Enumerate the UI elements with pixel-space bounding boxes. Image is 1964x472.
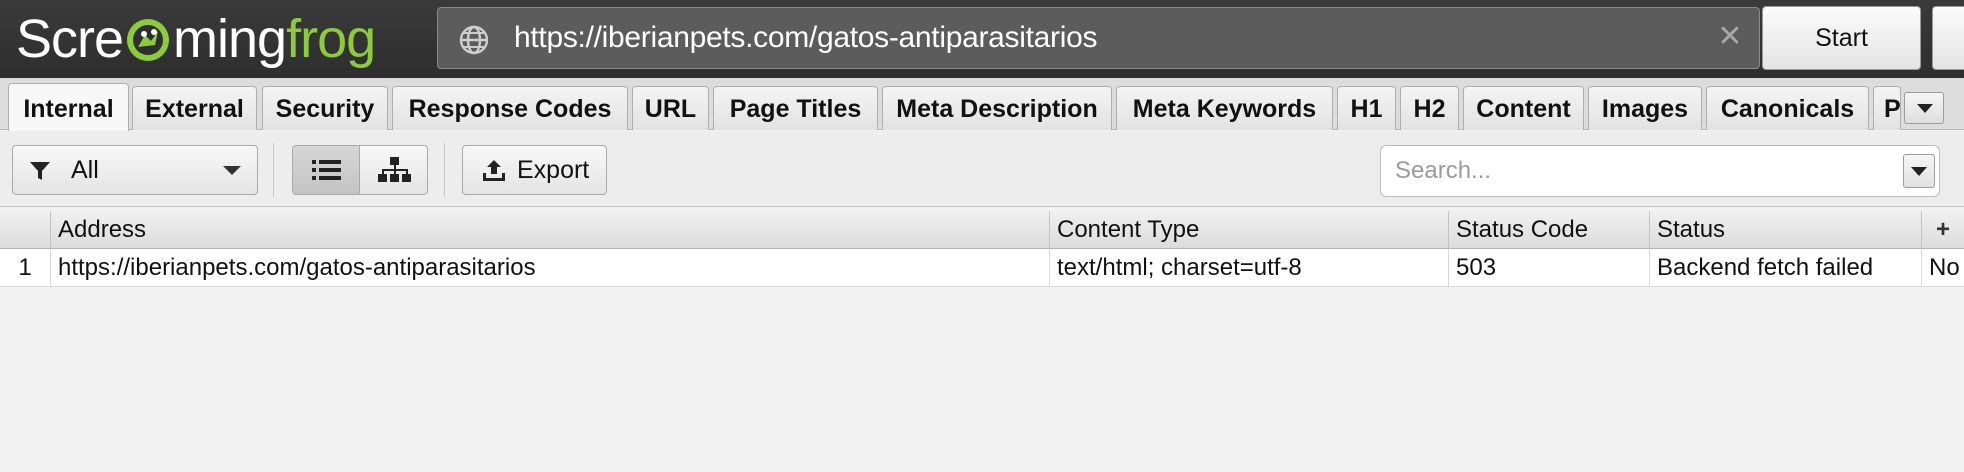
logo-text-scre: Scre (16, 9, 124, 69)
cell-address[interactable]: https://iberianpets.com/gatos-antiparasi… (51, 249, 1050, 286)
tab-internal[interactable]: Internal (8, 83, 129, 131)
view-toggle (292, 145, 428, 195)
chevron-down-icon (223, 166, 241, 175)
next-button[interactable] (1932, 6, 1964, 70)
tab-external[interactable]: External (132, 86, 257, 130)
toolbar-divider (444, 143, 445, 197)
cell-content-type[interactable]: text/html; charset=utf-8 (1050, 249, 1449, 286)
list-icon (312, 160, 341, 180)
column-header-status-code[interactable]: Status Code (1449, 211, 1650, 249)
row-number: 1 (0, 249, 51, 286)
results-table: Address Content Type Status Code Status … (0, 211, 1964, 472)
filter-dropdown[interactable]: All (12, 145, 258, 195)
chevron-down-icon (1911, 167, 1927, 176)
close-icon[interactable]: ✕ (1715, 22, 1745, 52)
tab-images[interactable]: Images (1588, 86, 1702, 130)
tree-view-button[interactable] (361, 146, 427, 194)
add-column-icon[interactable]: + (1922, 211, 1964, 249)
toolbar: All Export Search... (0, 131, 1964, 207)
url-bar[interactable]: https://iberianpets.com/gatos-antiparasi… (437, 7, 1760, 69)
chevron-down-icon (1917, 104, 1933, 113)
globe-icon (459, 25, 489, 55)
search-input[interactable] (1395, 152, 1875, 190)
cell-status[interactable]: Backend fetch failed (1650, 249, 1922, 286)
app-logo: Scre mingfrog (16, 6, 376, 72)
url-input[interactable]: https://iberianpets.com/gatos-antiparasi… (514, 8, 1097, 68)
search-options-button[interactable] (1903, 154, 1935, 188)
top-bar: Scre mingfrog https://iberianpets.com/ga… (0, 0, 1964, 78)
search-box (1380, 145, 1940, 197)
sitemap-icon (378, 157, 411, 182)
table-header: Address Content Type Status Code Status … (0, 211, 1964, 249)
tab-h2[interactable]: H2 (1400, 86, 1459, 130)
tab-meta-keywords[interactable]: Meta Keywords (1116, 86, 1333, 130)
export-button[interactable]: Export (462, 145, 607, 195)
export-label: Export (517, 156, 590, 184)
cell-status-code[interactable]: 503 (1449, 249, 1650, 286)
tab-content[interactable]: Content (1463, 86, 1584, 130)
row-number-header (0, 211, 51, 249)
column-header-address[interactable]: Address (51, 211, 1050, 249)
tab-response-codes[interactable]: Response Codes (392, 86, 628, 130)
tab-url[interactable]: URL (632, 86, 709, 130)
tab-h1[interactable]: H1 (1337, 86, 1396, 130)
upload-icon (483, 160, 505, 181)
tab-canonicals[interactable]: Canonicals (1706, 86, 1869, 130)
tab-p-truncated[interactable]: P (1873, 86, 1901, 130)
tab-meta-description[interactable]: Meta Description (882, 86, 1112, 130)
start-button[interactable]: Start (1762, 6, 1921, 70)
tab-security[interactable]: Security (262, 86, 388, 130)
list-view-button[interactable] (293, 146, 360, 194)
filter-label: All (71, 156, 99, 184)
logo-text-ming: ming (173, 9, 287, 69)
column-header-content-type[interactable]: Content Type (1050, 211, 1449, 249)
filter-icon (30, 162, 50, 180)
tab-page-titles[interactable]: Page Titles (713, 86, 878, 130)
toolbar-divider (273, 143, 274, 197)
table-row[interactable]: 1 https://iberianpets.com/gatos-antipara… (0, 249, 1964, 287)
tabs-overflow-button[interactable] (1904, 92, 1944, 124)
tab-bar: Internal External Security Response Code… (0, 78, 1964, 131)
frog-icon (127, 19, 170, 61)
column-header-status[interactable]: Status (1650, 211, 1922, 249)
cell-overflow[interactable]: No (1922, 249, 1964, 286)
logo-text-frog: frog (286, 9, 376, 69)
